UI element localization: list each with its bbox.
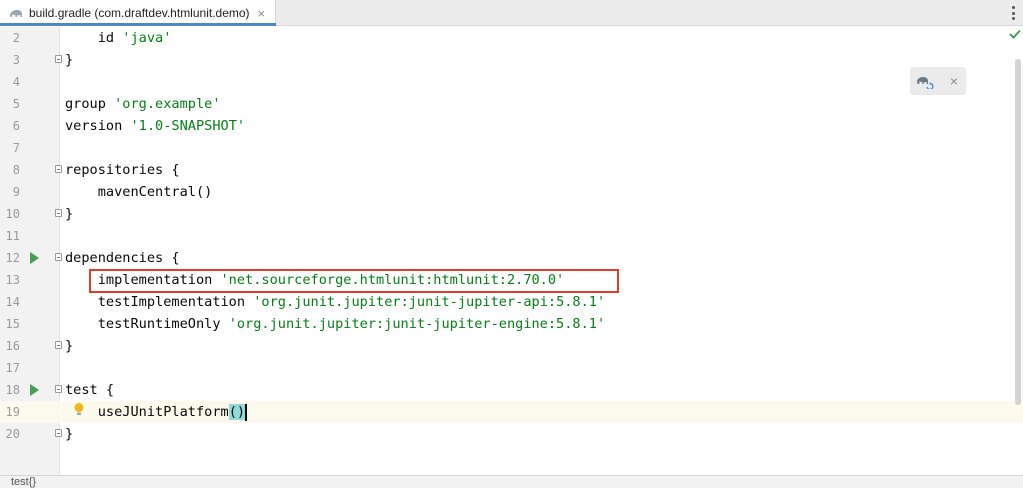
code-token: mavenCentral()	[65, 184, 213, 200]
line-number: 17	[5, 361, 20, 375]
code-line[interactable]: 14 testImplementation 'org.junit.jupiter…	[0, 291, 1023, 313]
breadcrumb: test{}	[0, 475, 1023, 488]
line-number: 20	[5, 427, 20, 441]
line-number: 7	[12, 141, 20, 155]
code-text: mavenCentral()	[65, 181, 213, 203]
line-number: 18	[5, 383, 20, 397]
tab-close-button[interactable]: ×	[258, 6, 266, 21]
code-token: group	[65, 96, 115, 112]
code-text: }	[65, 423, 73, 445]
code-text: useJUnitPlatform()	[65, 401, 248, 423]
line-number: 9	[12, 185, 20, 199]
code-line[interactable]: 17	[0, 357, 1023, 379]
code-line[interactable]: 7	[0, 137, 1023, 159]
line-number: 15	[5, 317, 20, 331]
line-number: 5	[12, 97, 20, 111]
fold-marker-icon[interactable]	[55, 385, 62, 393]
code-line[interactable]: 12 dependencies {	[0, 247, 1023, 269]
load-gradle-changes-popup: ×	[910, 67, 966, 95]
line-number: 11	[5, 229, 20, 243]
code-line[interactable]: 15 testRuntimeOnly 'org.junit.jupiter:ju…	[0, 313, 1023, 335]
code-text: id 'java'	[65, 27, 172, 49]
line-number: 16	[5, 339, 20, 353]
code-text: testRuntimeOnly 'org.junit.jupiter:junit…	[65, 313, 605, 335]
line-number: 2	[12, 31, 20, 45]
code-text: }	[65, 335, 73, 357]
code-token: testImplementation	[65, 294, 254, 310]
fold-marker-icon[interactable]	[55, 253, 62, 261]
code-token: testRuntimeOnly	[65, 316, 229, 332]
code-text: }	[65, 49, 73, 71]
string-literal: 'java'	[122, 30, 172, 46]
code-line[interactable]: 4	[0, 71, 1023, 93]
breadcrumb-item[interactable]: test{}	[11, 476, 36, 488]
vertical-scrollbar[interactable]	[1015, 59, 1021, 405]
code-token: }	[65, 338, 74, 354]
code-text: testImplementation 'org.junit.jupiter:ju…	[65, 291, 605, 313]
gradle-elephant-icon	[10, 10, 22, 17]
code-line[interactable]: 16}	[0, 335, 1023, 357]
code-token: }	[65, 206, 74, 222]
line-number: 4	[12, 75, 20, 89]
code-token: dependencies {	[65, 250, 180, 266]
code-line[interactable]: 6 version '1.0-SNAPSHOT'	[0, 115, 1023, 137]
line-number: 12	[5, 251, 20, 265]
code-line[interactable]: 10}	[0, 203, 1023, 225]
code-line[interactable]: 5 group 'org.example'	[0, 93, 1023, 115]
line-number: 14	[5, 295, 20, 309]
fold-marker-icon[interactable]	[55, 341, 62, 349]
code-text: dependencies {	[65, 247, 180, 269]
code-line[interactable]: 3}	[0, 49, 1023, 71]
line-number: 13	[5, 273, 20, 287]
code-line[interactable]: 8 repositories {	[0, 159, 1023, 181]
code-line[interactable]: 11	[0, 225, 1023, 247]
run-gutter-icon[interactable]	[30, 252, 39, 264]
tab-options-icon[interactable]	[1009, 4, 1017, 22]
run-gutter-icon[interactable]	[30, 384, 39, 396]
editor-tab-bar: build.gradle (com.draftdev.htmlunit.demo…	[0, 0, 1023, 26]
fold-marker-icon[interactable]	[55, 55, 62, 63]
line-number: 6	[12, 119, 20, 133]
annotation-highlight-box	[89, 269, 619, 293]
line-number: 8	[12, 163, 20, 177]
code-token: }	[65, 426, 74, 442]
code-token: repositories {	[65, 162, 180, 178]
string-literal: 'org.junit.jupiter:junit-jupiter-engine:…	[228, 316, 606, 332]
code-token: version	[65, 118, 131, 134]
matched-parens: ()	[228, 404, 246, 420]
code-token: id	[65, 30, 123, 46]
code-line[interactable]: 19 useJUnitPlatform()	[0, 401, 1023, 423]
code-line[interactable]: 20}	[0, 423, 1023, 445]
fold-marker-icon[interactable]	[55, 165, 62, 173]
code-token: useJUnitPlatform	[65, 404, 229, 420]
string-literal: 'org.example'	[114, 96, 221, 112]
code-line[interactable]: 9 mavenCentral()	[0, 181, 1023, 203]
code-line[interactable]: 2 id 'java'	[0, 27, 1023, 49]
code-text: version '1.0-SNAPSHOT'	[65, 115, 245, 137]
fold-marker-icon[interactable]	[55, 209, 62, 217]
line-number: 10	[5, 207, 20, 221]
string-literal: 'org.junit.jupiter:junit-jupiter-api:5.8…	[253, 294, 606, 310]
line-number: 3	[12, 53, 20, 67]
code-token: test {	[65, 382, 115, 398]
code-line[interactable]: 18 test {	[0, 379, 1023, 401]
code-text: repositories {	[65, 159, 180, 181]
popup-close-button[interactable]: ×	[950, 73, 958, 89]
line-number: 19	[5, 405, 20, 419]
code-token: }	[65, 52, 74, 68]
text-caret	[245, 403, 248, 421]
string-literal: '1.0-SNAPSHOT'	[130, 118, 246, 134]
code-text: group 'org.example'	[65, 93, 221, 115]
code-text: test {	[65, 379, 114, 401]
gradle-reload-icon[interactable]	[916, 73, 934, 89]
tab-title: build.gradle (com.draftdev.htmlunit.demo…	[29, 6, 250, 20]
code-text: }	[65, 203, 73, 225]
active-tab-indicator	[0, 23, 276, 26]
fold-marker-icon[interactable]	[55, 429, 62, 437]
inspection-ok-check-icon	[1009, 29, 1021, 39]
code-editor[interactable]: 2 id 'java' 3} 4 5 group 'org.example' 6 versi…	[0, 27, 1023, 475]
